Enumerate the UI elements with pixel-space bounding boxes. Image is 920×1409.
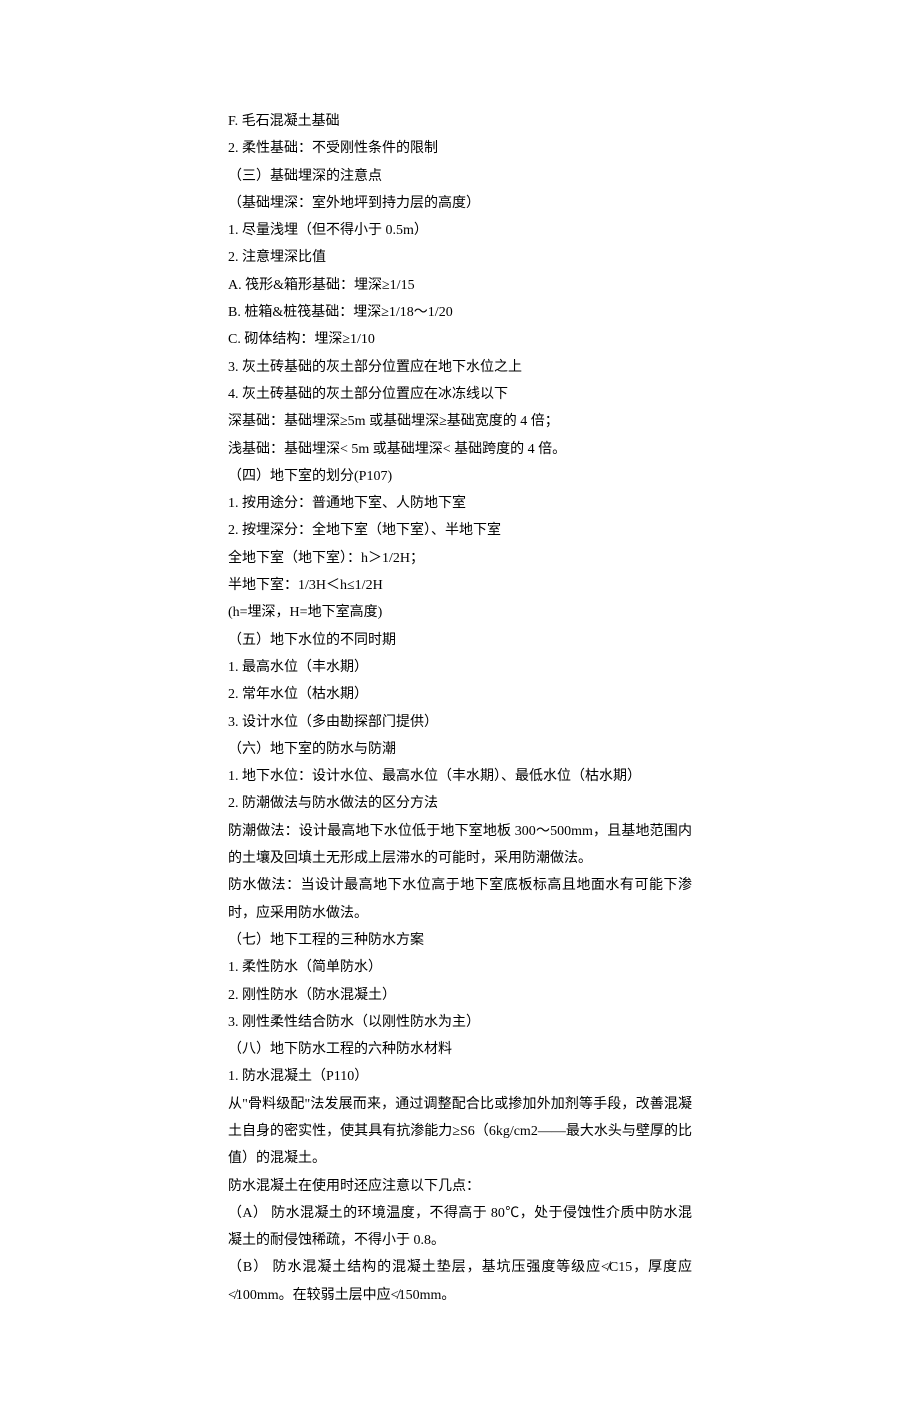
text-line: 2. 柔性基础：不受刚性条件的限制 (228, 135, 692, 162)
text-line: 1. 柔性防水（简单防水） (228, 954, 692, 981)
text-line: 2. 按埋深分：全地下室（地下室）、半地下室 (228, 517, 692, 544)
text-line: （B） 防水混凝土结构的混凝土垫层，基坑压强度等级应≮C15，厚度应≮100mm… (228, 1254, 692, 1309)
text-line: 防水混凝土在使用时还应注意以下几点： (228, 1173, 692, 1200)
text-line: 2. 常年水位（枯水期） (228, 681, 692, 708)
text-line: 2. 刚性防水（防水混凝土） (228, 982, 692, 1009)
text-line: 从"骨料级配"法发展而来，通过调整配合比或掺加外加剂等手段，改善混凝土自身的密实… (228, 1091, 692, 1173)
text-line: 防潮做法：设计最高地下水位低于地下室地板 300～500mm，且基地范围内的土壤… (228, 818, 692, 873)
text-line: 2. 注意埋深比值 (228, 244, 692, 271)
text-line: 1. 按用途分：普通地下室、人防地下室 (228, 490, 692, 517)
text-line: （四）地下室的划分(P107) (228, 463, 692, 490)
text-line: B. 桩箱&桩筏基础：埋深≥1/18～1/20 (228, 299, 692, 326)
text-line: 3. 刚性柔性结合防水（以刚性防水为主） (228, 1009, 692, 1036)
text-line: 浅基础：基础埋深< 5m 或基础埋深< 基础跨度的 4 倍。 (228, 436, 692, 463)
text-line: A. 筏形&箱形基础：埋深≥1/15 (228, 272, 692, 299)
text-line: 1. 最高水位（丰水期） (228, 654, 692, 681)
text-line: （基础埋深：室外地坪到持力层的高度） (228, 190, 692, 217)
text-line: 1. 地下水位：设计水位、最高水位（丰水期）、最低水位（枯水期） (228, 763, 692, 790)
text-line: （三）基础埋深的注意点 (228, 163, 692, 190)
text-line: （五）地下水位的不同时期 (228, 627, 692, 654)
text-line: C. 砌体结构：埋深≥1/10 (228, 326, 692, 353)
text-line: 3. 设计水位（多由勘探部门提供） (228, 709, 692, 736)
document-body: F. 毛石混凝土基础2. 柔性基础：不受刚性条件的限制（三）基础埋深的注意点（基… (228, 108, 692, 1309)
text-line: 1. 尽量浅埋（但不得小于 0.5m） (228, 217, 692, 244)
text-line: （A） 防水混凝土的环境温度，不得高于 80℃，处于侵蚀性介质中防水混凝土的耐侵… (228, 1200, 692, 1255)
text-line: 2. 防潮做法与防水做法的区分方法 (228, 790, 692, 817)
document-page: F. 毛石混凝土基础2. 柔性基础：不受刚性条件的限制（三）基础埋深的注意点（基… (0, 0, 920, 1409)
text-line: 深基础：基础埋深≥5m 或基础埋深≥基础宽度的 4 倍； (228, 408, 692, 435)
text-line: 全地下室（地下室）：h＞1/2H； (228, 545, 692, 572)
text-line: (h=埋深，H=地下室高度) (228, 599, 692, 626)
text-line: 半地下室：1/3H＜h≤1/2H (228, 572, 692, 599)
text-line: （八）地下防水工程的六种防水材料 (228, 1036, 692, 1063)
text-line: （七）地下工程的三种防水方案 (228, 927, 692, 954)
text-line: （六）地下室的防水与防潮 (228, 736, 692, 763)
text-line: F. 毛石混凝土基础 (228, 108, 692, 135)
text-line: 1. 防水混凝土（P110） (228, 1063, 692, 1090)
text-line: 4. 灰土砖基础的灰土部分位置应在冰冻线以下 (228, 381, 692, 408)
text-line: 防水做法：当设计最高地下水位高于地下室底板标高且地面水有可能下渗时，应采用防水做… (228, 872, 692, 927)
text-line: 3. 灰土砖基础的灰土部分位置应在地下水位之上 (228, 354, 692, 381)
